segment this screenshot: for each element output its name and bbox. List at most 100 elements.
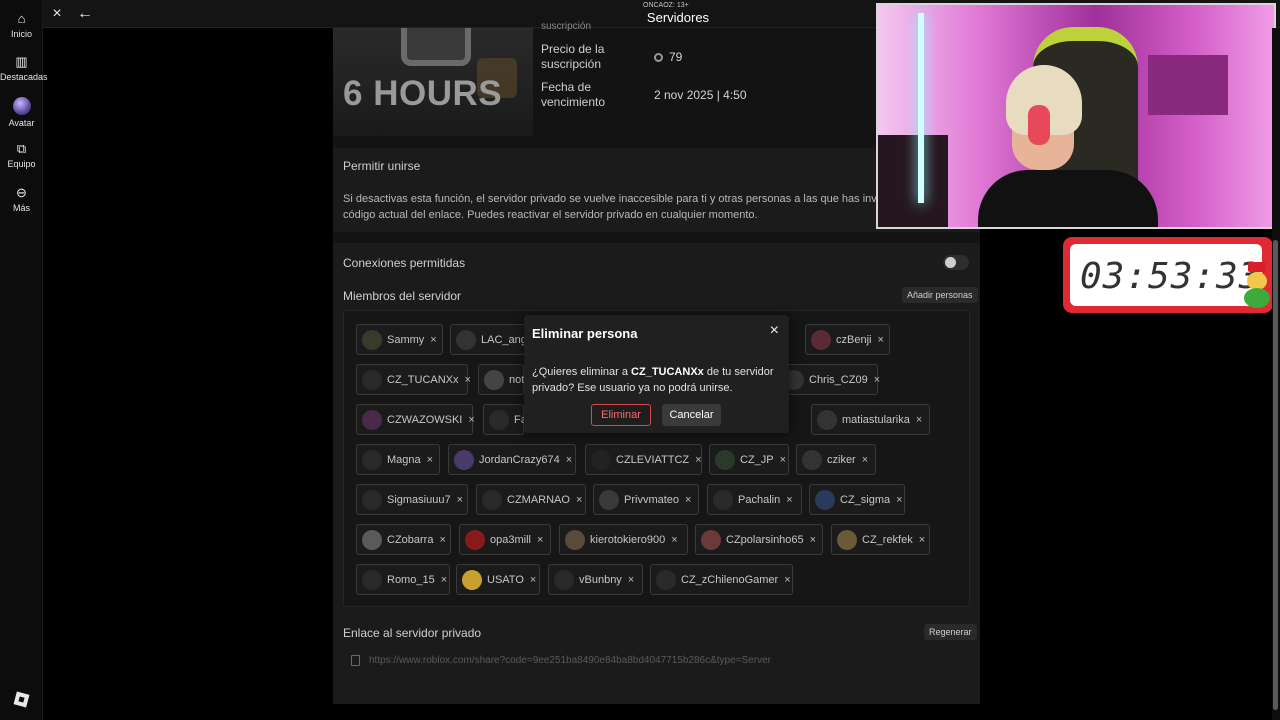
add-people-button[interactable]: Añadir personas [902,287,978,303]
remove-member-icon[interactable]: × [810,534,816,546]
close-icon[interactable]: × [770,322,779,340]
regenerate-button[interactable]: Regenerar [924,624,977,640]
cancel-button[interactable]: Cancelar [662,404,721,426]
price-amount: 79 [669,50,683,64]
remove-member-icon[interactable]: × [896,494,902,506]
remove-member-icon[interactable]: × [695,454,701,466]
back-arrow-icon[interactable]: ← [76,5,94,23]
member-chip: Privvmateo × [593,484,699,515]
member-name: cziker [827,453,856,466]
member-name: JordanCrazy674 [479,453,560,466]
member-chip: CZMARNAO × [476,484,586,515]
remove-member-icon[interactable]: × [441,574,447,586]
member-chip: USATO × [456,564,540,595]
nav-item-inventory[interactable]: ⧉ Equipo [0,141,43,170]
member-name: CZ_sigma [840,493,891,506]
remove-member-icon[interactable]: × [576,494,582,506]
left-navigation: ⌂ Inicio ▥ Destacadas Avatar ⧉ Equipo ⊖ … [0,0,48,720]
inventory-icon: ⧉ [16,141,27,156]
member-chip: CZobarra × [356,524,451,555]
remove-member-icon[interactable]: × [862,454,868,466]
member-name: LAC_ang [481,333,527,346]
robux-icon [654,53,663,62]
remove-member-icon[interactable]: × [427,454,433,466]
remove-member-icon[interactable]: × [671,534,677,546]
remove-member-icon[interactable]: × [465,374,471,386]
member-name: CZpolarsinho65 [726,533,804,546]
member-chip: matiastularika × [811,404,930,435]
remove-member-icon[interactable]: × [628,574,634,586]
page-title: Servidores [646,10,710,25]
member-avatar [362,569,382,590]
member-chip: CZWAZOWSKI × [356,404,475,435]
member-chip: Pachalin × [707,484,802,515]
remove-member-icon[interactable]: × [566,454,572,466]
clown-hat [1248,262,1266,272]
age-rating: ONCAOZ: 13+ [643,2,689,9]
member-chip: Magna × [356,444,440,475]
remove-member-icon[interactable]: × [537,534,543,546]
dialog-title: Eliminar persona [532,326,638,341]
member-chip: CZLEVIATTCZ × [585,444,702,475]
member-chip: not× [478,364,537,395]
bell-shape [401,28,471,66]
nav-item-avatar[interactable]: Avatar [0,97,43,128]
member-chip: LAC_ang× [450,324,539,355]
remove-member-icon[interactable]: × [430,334,436,346]
member-chip: czBenji × [805,324,890,355]
remove-member-icon[interactable]: × [457,494,463,506]
nav-item-featured[interactable]: ▥ Destacadas [0,55,48,83]
clown-icon [1242,262,1272,310]
remove-member-icon[interactable]: × [439,534,445,546]
member-avatar [454,449,474,470]
member-chip: CZ_TUCANXx × [356,364,471,395]
private-link-url: https://www.roblox.com/share?code=9ee251… [369,655,771,666]
nav-item-home[interactable]: ⌂ Inicio [0,12,43,40]
remove-member-icon[interactable]: × [468,414,474,426]
member-chip: JordanCrazy674 × [448,444,576,475]
member-name: Sammy [387,333,425,346]
member-name: CZLEVIATTCZ [616,453,690,466]
member-avatar [362,449,382,470]
remove-member-icon[interactable]: × [685,494,691,506]
member-chip: kierotokiero900 × [559,524,688,555]
member-name: Magna [387,453,421,466]
webcam-light [918,13,924,203]
member-avatar [811,329,831,350]
remove-member-icon[interactable]: × [877,334,883,346]
member-name: vBunbny [579,573,622,586]
nav-label: Avatar [8,118,35,128]
remove-member-icon[interactable]: × [916,414,922,426]
member-avatar [599,489,619,510]
remove-member-icon[interactable]: × [874,374,880,386]
webcam-background [878,135,948,227]
remove-member-icon[interactable]: × [919,534,925,546]
remove-member-icon[interactable]: × [530,574,536,586]
member-avatar [462,569,482,590]
connections-toggle[interactable] [943,255,969,270]
roblox-logo-icon[interactable] [13,691,30,708]
copy-icon[interactable] [351,655,360,666]
nav-label: Equipo [7,159,36,169]
member-chip: Romo_15 × [356,564,450,595]
nav-item-more[interactable]: ⊖ Más [0,185,43,214]
close-icon[interactable]: × [48,5,66,23]
member-chip: CZpolarsinho65 × [695,524,823,555]
private-link-field[interactable]: https://www.roblox.com/share?code=9ee251… [343,648,970,674]
remove-member-icon[interactable]: × [780,454,786,466]
nav-label: Inicio [10,29,32,39]
more-icon: ⊖ [16,185,27,200]
member-avatar [456,329,476,350]
allow-join-title: Permitir unirse [343,159,421,173]
member-chip: cziker × [796,444,876,475]
delete-button[interactable]: Eliminar [591,404,651,426]
member-avatar [362,489,382,510]
member-chip: CZ_sigma × [809,484,905,515]
remove-member-icon[interactable]: × [786,494,792,506]
member-name: Romo_15 [387,573,435,586]
remove-member-icon[interactable]: × [784,574,790,586]
member-name: CZWAZOWSKI [387,413,463,426]
member-avatar [482,489,502,510]
dialog-message: ¿Quieres eliminar a CZ_TUCANXx de tu ser… [532,364,777,396]
scrollbar-thumb[interactable] [1273,240,1278,710]
